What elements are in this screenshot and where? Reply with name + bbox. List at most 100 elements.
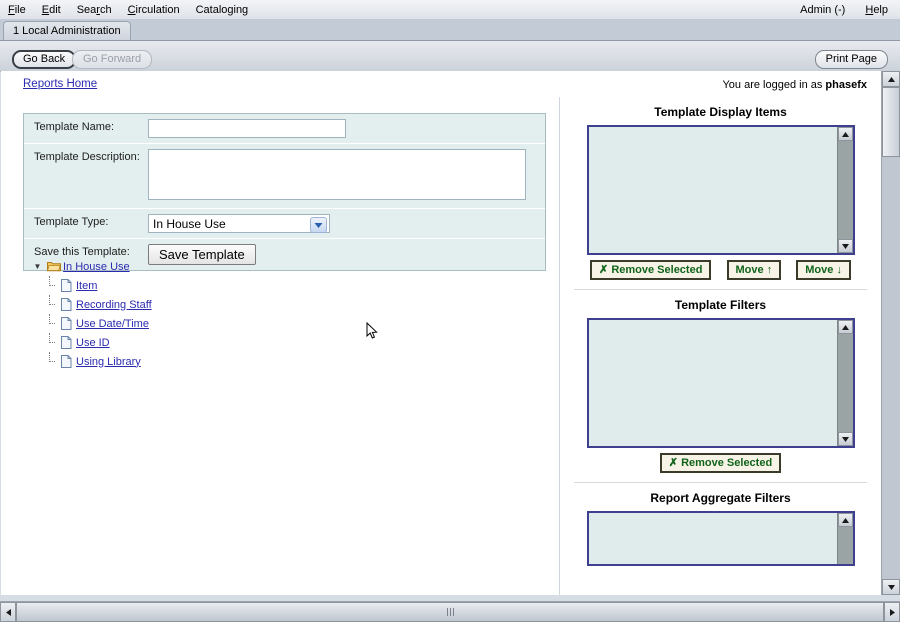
scroll-track[interactable] — [837, 527, 853, 564]
move-down-button[interactable]: Move ↓ — [796, 260, 851, 280]
scroll-down-icon[interactable] — [837, 432, 853, 446]
template-description-textarea[interactable] — [148, 149, 526, 200]
tree-line — [44, 276, 57, 295]
template-type-value: In House Use — [153, 216, 226, 231]
section-template-filters: Template Filters ✗ Remove Selected — [560, 290, 881, 483]
breadcrumb-reports-home[interactable]: Reports Home — [23, 78, 97, 90]
tree-line — [44, 352, 57, 371]
tree-node-item[interactable]: Item — [31, 276, 331, 295]
section-display-items: Template Display Items ✗ Remove Selected… — [560, 97, 881, 290]
move-up-label: Move — [735, 264, 764, 276]
document-icon — [57, 279, 76, 292]
tab-local-administration[interactable]: 1 Local Administration — [3, 21, 131, 40]
display-items-scrollbar[interactable] — [836, 127, 853, 253]
tree-node-recording-staff[interactable]: Recording Staff — [31, 295, 331, 314]
tree-node-using-library[interactable]: Using Library — [31, 352, 331, 371]
print-page-button[interactable]: Print Page — [814, 50, 888, 69]
scroll-up-icon[interactable] — [837, 320, 853, 334]
menu-file[interactable]: File — [0, 3, 34, 17]
aggregate-filters-listbox[interactable] — [586, 511, 855, 566]
template-description-label-text: Template Description: — [34, 151, 140, 163]
form-row-template-type: Template Type: In House Use — [24, 209, 545, 239]
template-name-input[interactable] — [148, 119, 346, 138]
tab-label: 1 Local Administration — [13, 25, 121, 37]
scroll-down-icon[interactable] — [882, 579, 900, 595]
left-column: Template Name: Template Description: Tem… — [1, 97, 560, 595]
template-type-select[interactable]: In House Use — [148, 214, 330, 233]
scroll-down-icon[interactable] — [837, 239, 853, 253]
arrow-up-icon: ↑ — [766, 264, 773, 276]
scroll-track[interactable] — [837, 334, 853, 432]
vertical-scroll-thumb[interactable] — [882, 87, 900, 157]
template-name-label: Template Name: — [34, 121, 115, 133]
tab-strip: 1 Local Administration — [0, 19, 900, 41]
scroll-grip-icon — [446, 608, 454, 616]
aggregate-filters-scrollbar[interactable] — [836, 513, 853, 564]
arrow-down-icon: ↓ — [836, 264, 842, 276]
move-up-button[interactable]: Move ↑ — [726, 260, 782, 280]
vertical-scroll-track[interactable] — [882, 157, 900, 579]
chevron-down-icon[interactable] — [310, 217, 327, 233]
document-icon — [57, 336, 76, 349]
template-filters-title: Template Filters — [674, 298, 767, 312]
tree-node-use-id[interactable]: Use ID — [31, 333, 331, 352]
login-status: You are logged in as phasefx — [722, 79, 867, 91]
go-forward-button: Go Forward — [72, 50, 153, 69]
template-description-control — [148, 144, 545, 208]
login-prefix: You are logged in as — [722, 79, 826, 91]
menu-circulation[interactable]: Circulation — [120, 3, 188, 17]
remove-selected-display-button[interactable]: ✗ Remove Selected — [590, 260, 712, 280]
tree-line — [44, 314, 57, 333]
scroll-track[interactable] — [837, 141, 853, 239]
menu-edit[interactable]: Edit — [34, 3, 69, 17]
template-name-control — [148, 114, 545, 143]
tree-node-recording-staff-link[interactable]: Recording Staff — [76, 299, 152, 311]
template-filters-scrollbar[interactable] — [836, 320, 853, 446]
remove-selected-filters-button[interactable]: ✗ Remove Selected — [659, 453, 782, 473]
tree-node-use-id-link[interactable]: Use ID — [76, 337, 110, 349]
tree-line — [44, 333, 57, 352]
template-description-label: Template Description: — [24, 144, 148, 170]
tree-node-item-link[interactable]: Item — [76, 280, 97, 292]
template-type-control: In House Use — [148, 209, 545, 238]
tree-node-root[interactable]: ▼ In House Use — [31, 257, 331, 276]
remove-icon: ✗ — [668, 457, 679, 469]
display-items-buttons: ✗ Remove Selected Move ↑ Move ↓ — [560, 255, 881, 287]
remove-selected-display-label: Remove Selected — [611, 264, 703, 276]
scroll-left-icon[interactable] — [0, 602, 16, 622]
right-column: Template Display Items ✗ Remove Selected… — [560, 97, 881, 595]
scroll-right-icon[interactable] — [884, 602, 900, 622]
remove-icon: ✗ — [599, 264, 609, 276]
document-icon — [57, 298, 76, 311]
tree-node-use-date-time-link[interactable]: Use Date/Time — [76, 318, 149, 330]
template-filters-listbox[interactable] — [586, 318, 855, 448]
source-tree: ▼ In House Use Item Recording Staff Use … — [31, 257, 331, 371]
tree-node-using-library-link[interactable]: Using Library — [76, 356, 141, 368]
document-icon — [57, 355, 76, 368]
menu-cataloging[interactable]: Cataloging — [188, 3, 257, 17]
scroll-up-icon[interactable] — [882, 71, 900, 87]
tree-node-root-link[interactable]: In House Use — [63, 261, 130, 273]
folder-open-icon — [44, 261, 63, 272]
form-row-template-name: Template Name: — [24, 114, 545, 144]
move-down-label: Move — [805, 264, 834, 276]
section-aggregate-filters: Report Aggregate Filters — [560, 483, 881, 566]
template-form-panel: Template Name: Template Description: Tem… — [23, 113, 546, 271]
display-items-listbox[interactable] — [586, 125, 855, 255]
menu-search[interactable]: Search — [69, 3, 120, 17]
remove-selected-filters-label: Remove Selected — [681, 457, 773, 469]
scroll-up-icon[interactable] — [837, 513, 853, 527]
menu-help[interactable]: Help — [857, 3, 900, 17]
tree-node-use-date-time[interactable]: Use Date/Time — [31, 314, 331, 333]
triangle-down-icon[interactable]: ▼ — [31, 262, 44, 271]
breadcrumb-bar: Reports Home You are logged in as phasef… — [1, 71, 881, 97]
tree-line — [44, 295, 57, 314]
window-vertical-scrollbar[interactable] — [881, 71, 900, 595]
menu-admin[interactable]: Admin (-) — [792, 3, 857, 17]
menu-bar: File Edit Search Circulation Cataloging … — [0, 0, 900, 20]
horizontal-scroll-thumb[interactable] — [16, 602, 884, 622]
application-window: File Edit Search Circulation Cataloging … — [0, 0, 900, 622]
window-horizontal-scrollbar[interactable] — [0, 601, 900, 622]
go-back-button[interactable]: Go Back — [12, 50, 77, 69]
scroll-up-icon[interactable] — [837, 127, 853, 141]
